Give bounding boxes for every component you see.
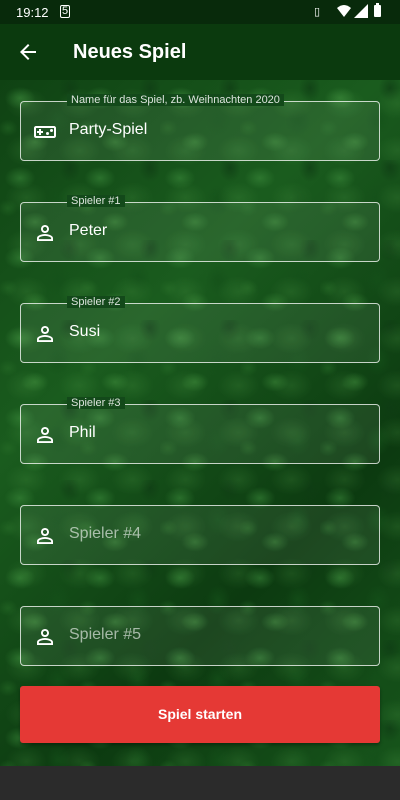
status-bar: 19:12 5 ▯ xyxy=(0,0,400,24)
game-name-field[interactable]: Name für das Spiel, zb. Weihnachten 2020… xyxy=(20,94,380,161)
player-2-field[interactable]: Spieler #2 Susi xyxy=(20,296,380,363)
person-icon xyxy=(37,225,53,241)
person-icon xyxy=(37,629,53,645)
player-4-input[interactable]: Spieler #4 xyxy=(69,525,141,543)
player-2-label: Spieler #2 xyxy=(67,296,125,308)
wifi-icon xyxy=(337,5,351,17)
gamepad-icon xyxy=(34,126,56,138)
person-icon xyxy=(37,326,53,342)
start-game-button[interactable]: Spiel starten xyxy=(20,686,380,743)
player-3-field[interactable]: Spieler #3 Phil xyxy=(20,397,380,464)
player-3-input[interactable]: Phil xyxy=(69,424,96,442)
player-1-input[interactable]: Peter xyxy=(69,222,107,240)
app-bar: Neues Spiel xyxy=(0,24,400,80)
arrow-back-icon[interactable] xyxy=(16,40,40,64)
game-name-input[interactable]: Party-Spiel xyxy=(69,121,147,139)
game-name-label: Name für das Spiel, zb. Weihnachten 2020 xyxy=(67,94,284,106)
vibrate-icon: ▯ xyxy=(314,6,321,18)
player-1-label: Spieler #1 xyxy=(67,195,125,207)
sim-card-icon: 5 xyxy=(60,5,70,18)
player-2-input[interactable]: Susi xyxy=(69,323,100,341)
player-1-field[interactable]: Spieler #1 Peter xyxy=(20,195,380,262)
player-4-field[interactable]: Spieler #4 xyxy=(20,505,380,565)
system-nav-bar xyxy=(0,766,400,800)
signal-icon xyxy=(354,4,368,18)
player-5-field[interactable]: Spieler #5 xyxy=(20,606,380,666)
battery-icon xyxy=(374,3,381,17)
player-5-input[interactable]: Spieler #5 xyxy=(69,626,141,644)
player-3-label: Spieler #3 xyxy=(67,397,125,409)
page-title: Neues Spiel xyxy=(73,41,187,63)
person-icon xyxy=(37,427,53,443)
status-time: 19:12 xyxy=(16,5,49,20)
person-icon xyxy=(37,528,53,544)
